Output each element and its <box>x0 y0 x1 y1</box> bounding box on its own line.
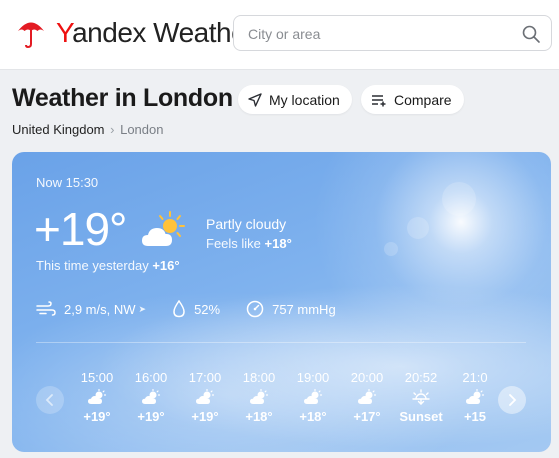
hourly-item[interactable]: 15:00 +19° <box>74 370 120 424</box>
lens-flare <box>407 217 429 239</box>
compare-icon <box>372 94 386 106</box>
hourly-time: 20:00 <box>350 370 384 385</box>
droplet-icon <box>173 300 185 318</box>
hourly-time: 17:00 <box>188 370 222 385</box>
hourly-value: +15 <box>463 409 487 424</box>
search-box[interactable] <box>233 15 552 51</box>
weather-parameters: 2,9 m/s, NW ➤ 52% 757 mmHg <box>36 300 362 318</box>
hourly-value: +19° <box>191 409 219 424</box>
search-input[interactable] <box>248 24 508 44</box>
breadcrumb-separator: › <box>110 122 115 137</box>
search-icon[interactable] <box>521 24 541 44</box>
partly-cloudy-icon <box>128 385 174 409</box>
location-arrow-icon <box>248 92 262 107</box>
current-weather-card[interactable]: Now 15:30 +19° Partly cloudy Feels like … <box>12 152 551 452</box>
compare-label: Compare <box>394 91 452 108</box>
hourly-next-button[interactable] <box>498 386 526 414</box>
my-location-button[interactable]: My location <box>238 85 352 114</box>
hourly-value: +19° <box>137 409 165 424</box>
yesterday-value: +16° <box>152 258 180 273</box>
feels-like-label: Feels like <box>206 236 261 251</box>
feels-like-value: +18° <box>264 236 292 251</box>
hourly-time: 19:00 <box>296 370 330 385</box>
hourly-item[interactable]: 17:00 +19° <box>182 370 228 424</box>
hourly-value: +19° <box>83 409 111 424</box>
partly-cloudy-icon <box>344 385 390 409</box>
divider <box>36 342 526 343</box>
partly-cloudy-icon <box>452 385 492 409</box>
wind-value: 2,9 m/s, NW <box>64 301 136 317</box>
chevron-right-icon <box>509 394 517 406</box>
hourly-item[interactable]: 20:00 +17° <box>344 370 390 424</box>
hourly-time: 18:00 <box>242 370 276 385</box>
condition-text: Partly cloudy <box>206 216 287 232</box>
partly-cloudy-icon <box>290 385 336 409</box>
my-location-label: My location <box>269 91 340 108</box>
pressure-gauge-icon <box>246 300 264 318</box>
hourly-forecast: 15:00 +19° 16:00 +19° 17:00 +19° 18:00 +18° 19:0… <box>74 370 492 434</box>
umbrella-icon <box>18 22 44 49</box>
hourly-item[interactable]: 16:00 +19° <box>128 370 174 424</box>
yesterday-temperature: This time yesterday +16° <box>36 258 180 273</box>
hourly-time: 20:52 <box>404 370 438 385</box>
wind-icon <box>36 301 56 316</box>
lens-flare <box>384 242 398 256</box>
partly-cloudy-icon <box>182 385 228 409</box>
brand-name: Yandex Weather <box>56 16 255 50</box>
hourly-value: +17° <box>353 409 381 424</box>
header: Yandex Weather <box>0 0 559 70</box>
current-temperature: +19° <box>34 203 127 255</box>
hourly-time: 16:00 <box>134 370 168 385</box>
hourly-time: 15:00 <box>80 370 114 385</box>
wind-direction-arrow-icon: ➤ <box>138 303 147 314</box>
wind-param: 2,9 m/s, NW ➤ <box>36 301 146 317</box>
hourly-item[interactable]: 21:0 +15 <box>452 370 492 424</box>
hourly-item[interactable]: 20:52 Sunset <box>398 370 444 424</box>
pressure-param: 757 mmHg <box>246 300 336 318</box>
yesterday-label: This time yesterday <box>36 258 149 273</box>
hourly-value: +18° <box>245 409 273 424</box>
logo[interactable]: Yandex Weather <box>16 16 255 50</box>
partly-cloudy-icon <box>74 385 120 409</box>
hourly-time: 21:0 <box>462 370 488 385</box>
partly-cloudy-icon <box>142 211 185 246</box>
breadcrumb: United Kingdom › London <box>12 122 163 137</box>
feels-like: Feels like +18° <box>206 236 292 251</box>
current-time: Now 15:30 <box>36 175 99 190</box>
hourly-item[interactable]: 19:00 +18° <box>290 370 336 424</box>
hourly-value: +18° <box>299 409 327 424</box>
breadcrumb-country[interactable]: United Kingdom <box>12 122 105 137</box>
brand-y: Y <box>56 17 73 48</box>
lens-flare <box>442 182 476 216</box>
hourly-prev-button[interactable] <box>36 386 64 414</box>
page-title: Weather in London <box>12 84 233 112</box>
hourly-value: Sunset <box>399 409 443 424</box>
breadcrumb-city: London <box>120 122 164 137</box>
sunset-icon <box>398 385 444 409</box>
humidity-value: 52% <box>194 301 221 317</box>
compare-button[interactable]: Compare <box>361 85 464 114</box>
humidity-param: 52% <box>172 300 220 318</box>
pressure-value: 757 mmHg <box>272 301 336 317</box>
brand-rest: andex Weather <box>72 17 255 48</box>
partly-cloudy-icon <box>236 385 282 409</box>
chevron-left-icon <box>45 394 53 406</box>
hourly-item[interactable]: 18:00 +18° <box>236 370 282 424</box>
